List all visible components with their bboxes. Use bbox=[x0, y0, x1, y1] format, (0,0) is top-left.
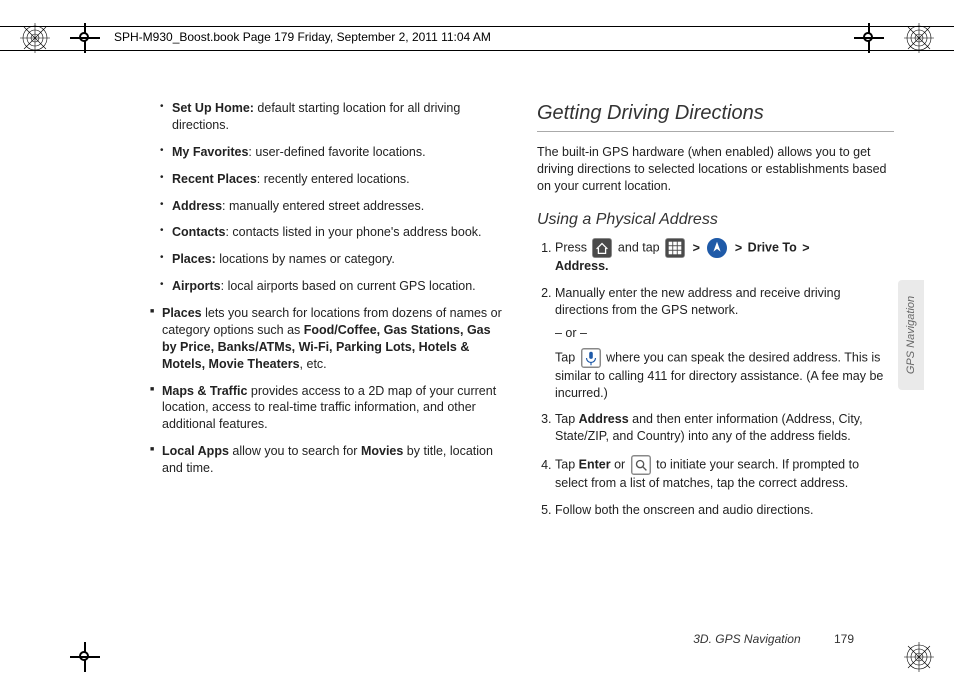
registration-mark-icon bbox=[70, 23, 100, 53]
list-item: Airports: local airports based on curren… bbox=[160, 278, 507, 295]
registration-mark-icon bbox=[70, 642, 100, 672]
rosette-icon bbox=[20, 23, 50, 53]
rosette-icon bbox=[904, 642, 934, 672]
sub-heading: Using a Physical Address bbox=[537, 209, 894, 231]
search-icon bbox=[631, 455, 651, 475]
intro-text: The built-in GPS hardware (when enabled)… bbox=[537, 144, 894, 195]
step-item: Manually enter the new address and recei… bbox=[555, 285, 894, 401]
list-item: Local Apps allow you to search for Movie… bbox=[150, 443, 507, 477]
list-item: Maps & Traffic provides access to a 2D m… bbox=[150, 383, 507, 434]
square-list: Places lets you search for locations fro… bbox=[150, 305, 507, 477]
rosette-icon bbox=[904, 23, 934, 53]
apps-grid-icon bbox=[665, 238, 685, 258]
right-column: Getting Driving Directions The built-in … bbox=[537, 100, 894, 622]
list-item: My Favorites: user-defined favorite loca… bbox=[160, 144, 507, 161]
bullet-list: Set Up Home: default starting location f… bbox=[150, 100, 507, 295]
header-bar: SPH-M930_Boost.book Page 179 Friday, Sep… bbox=[0, 18, 954, 58]
list-item: Set Up Home: default starting location f… bbox=[160, 100, 507, 134]
header-text: SPH-M930_Boost.book Page 179 Friday, Sep… bbox=[110, 30, 495, 44]
step-item: Tap Address and then enter information (… bbox=[555, 411, 894, 445]
registration-mark-icon bbox=[854, 23, 884, 53]
page-number: 179 bbox=[834, 632, 854, 646]
step-item: Press and tap > > Drive To bbox=[555, 238, 894, 275]
step-list: Press and tap > > Drive To bbox=[537, 238, 894, 519]
step-item: Tap Enter or to initiate your search. If… bbox=[555, 455, 894, 492]
step-item: Follow both the onscreen and audio direc… bbox=[555, 502, 894, 519]
home-icon bbox=[592, 238, 612, 258]
left-column: Set Up Home: default starting location f… bbox=[150, 100, 507, 622]
list-item: Places lets you search for locations fro… bbox=[150, 305, 507, 373]
list-item: Recent Places: recently entered location… bbox=[160, 171, 507, 188]
list-item: Address: manually entered street address… bbox=[160, 198, 507, 215]
navigation-app-icon bbox=[707, 238, 727, 258]
footer: 3D. GPS Navigation 179 bbox=[693, 632, 854, 646]
side-tab-label: GPS Navigation bbox=[905, 296, 917, 374]
microphone-icon bbox=[581, 348, 601, 368]
side-tab: GPS Navigation bbox=[898, 280, 924, 390]
list-item: Places: locations by names or category. bbox=[160, 251, 507, 268]
footer-section: 3D. GPS Navigation bbox=[693, 632, 800, 646]
list-item: Contacts: contacts listed in your phone'… bbox=[160, 224, 507, 241]
page-body: Set Up Home: default starting location f… bbox=[150, 100, 894, 622]
section-heading: Getting Driving Directions bbox=[537, 100, 894, 132]
